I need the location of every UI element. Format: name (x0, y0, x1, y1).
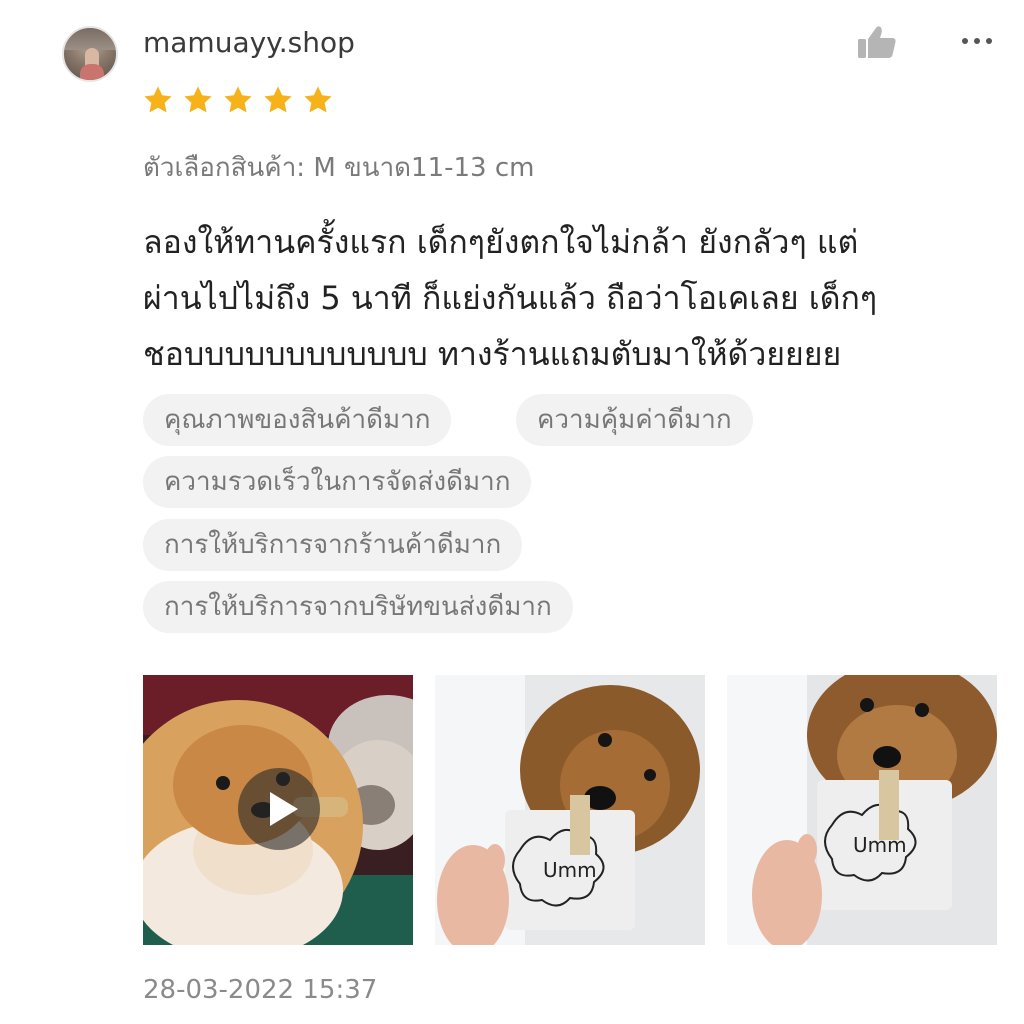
tag-chip: ความรวดเร็วในการจัดส่งดีมาก (143, 456, 532, 508)
username[interactable]: mamuayy.shop (143, 26, 355, 59)
review-text-line: ชอบบบบบบบบบบบบ ทางร้านแถมตับมาให้ด้วยยยย (143, 335, 842, 373)
more-options-icon[interactable] (960, 34, 994, 48)
review-text-line: ลองให้ทานครั้งแรก เด็กๆยังตกใจไม่กล้า ยั… (143, 223, 859, 261)
review-timestamp: 28-03-2022 15:37 (143, 975, 378, 1005)
tag-chip: การให้บริการจากบริษัทขนส่งดีมาก (143, 581, 573, 633)
avatar[interactable] (62, 26, 118, 82)
review-card: mamuayy.shop ตัวเลือกสินค้า: M ขนาด11-13… (0, 0, 1024, 1024)
tag-chip: ความคุ้มค่าดีมาก (516, 394, 753, 446)
review-text-line: ผ่านไปไม่ถึง 5 นาที ก็แย่งกันแล้ว ถือว่า… (143, 279, 878, 317)
review-photo[interactable]: Umm (727, 675, 997, 945)
star-icon (184, 86, 212, 113)
review-video-thumbnail[interactable] (143, 675, 413, 945)
star-icon (224, 86, 252, 113)
star-rating (142, 84, 334, 116)
product-variation: ตัวเลือกสินค้า: M ขนาด11-13 cm (143, 153, 535, 183)
star-icon (144, 86, 172, 113)
review-text: ลองให้ทานครั้งแรก เด็กๆยังตกใจไม่กล้า ยั… (143, 214, 983, 382)
tag-chip: คุณภาพของสินค้าดีมาก (143, 394, 452, 446)
play-icon (270, 792, 298, 826)
packet-label: Umm (543, 858, 597, 882)
tag-chip: การให้บริการจากร้านค้าดีมาก (143, 519, 523, 571)
thumbs-up-icon[interactable] (856, 24, 898, 60)
star-icon (264, 86, 292, 113)
star-icon (304, 86, 332, 113)
review-photo[interactable]: Umm (435, 675, 705, 945)
play-button[interactable] (238, 768, 320, 850)
